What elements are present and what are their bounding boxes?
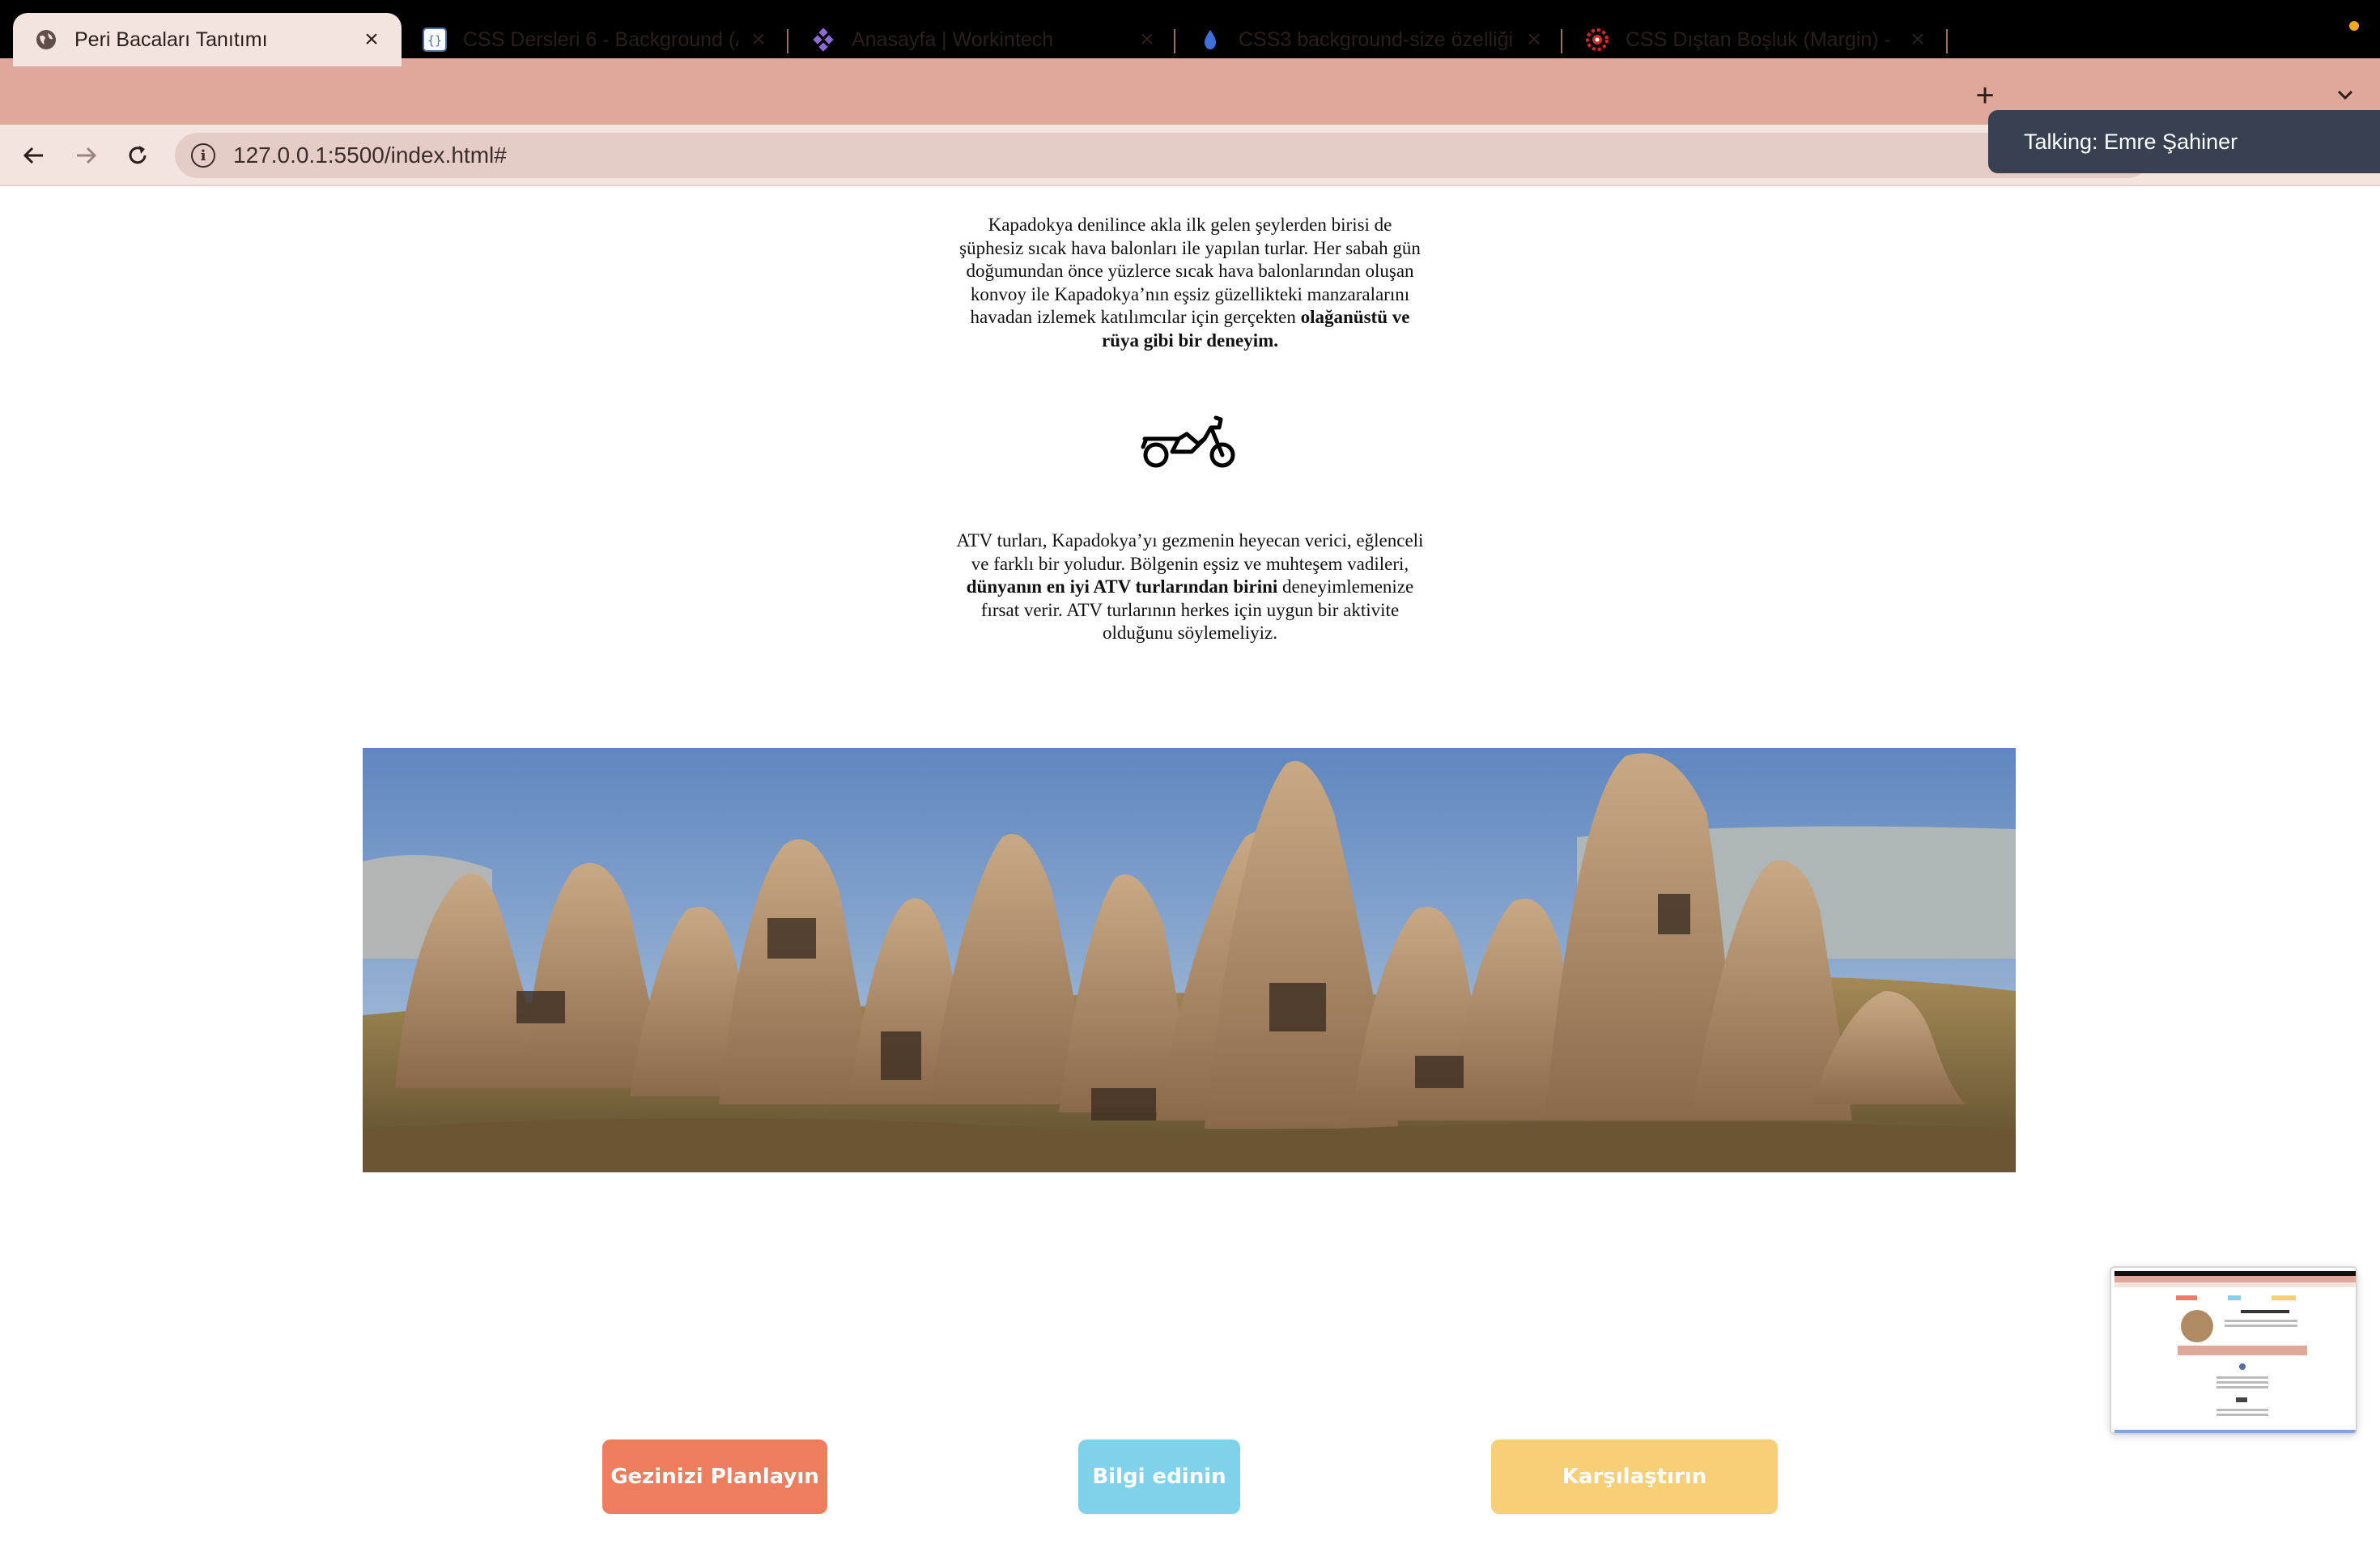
- plan-trip-button[interactable]: Gezinizi Planlayın: [602, 1440, 827, 1514]
- diamond-grid-icon: [811, 28, 835, 52]
- tab-separator: [1561, 29, 1562, 53]
- recording-indicator-icon: [2349, 21, 2359, 31]
- tab-separator: [1946, 29, 1948, 53]
- tab-title: Anasayfa | Workintech: [852, 28, 1054, 51]
- site-info-icon[interactable]: i: [191, 143, 215, 168]
- tab-css-margin[interactable]: CSS Dıştan Boşluk (Margin) - C ×: [1564, 13, 1948, 66]
- close-tab-icon[interactable]: ×: [359, 26, 384, 53]
- get-info-button[interactable]: Bilgi edinin: [1078, 1440, 1240, 1514]
- talking-indicator: Talking: Emre Şahiner: [1988, 110, 2380, 173]
- tab-title: CSS3 background-size özelliği: [1239, 28, 1514, 51]
- code-braces-icon: {}: [423, 28, 447, 52]
- forward-arrow-icon[interactable]: [70, 139, 102, 172]
- tab-peri-bacalari[interactable]: Peri Bacaları Tanıtımı ×: [13, 13, 402, 66]
- atv-paragraph: ATV turları, Kapadokya’yı gezmenin heyec…: [946, 529, 1434, 645]
- atv-paragraph-text: ATV turları, Kapadokya’yı gezmenin heyec…: [956, 530, 1424, 574]
- compare-button[interactable]: Karşılaştırın: [1491, 1440, 1778, 1514]
- close-tab-icon[interactable]: ×: [746, 26, 771, 53]
- screen-share-preview[interactable]: [2110, 1266, 2357, 1435]
- tab-title: CSS Dersleri 6 - Background (A: [463, 28, 738, 51]
- globe-icon: [34, 28, 58, 52]
- tab-search-chevron-down-icon[interactable]: [2331, 81, 2359, 108]
- address-bar[interactable]: i 127.0.0.1:5500/index.html#: [175, 133, 2150, 178]
- tab-css3-background-size[interactable]: CSS3 background-size özelliği ×: [1177, 13, 1564, 66]
- balloon-paragraph: Kapadokya denilince akla ilk gelen şeyle…: [955, 214, 1425, 352]
- fairy-chimneys-image: [363, 748, 2016, 1172]
- talking-label: Talking: Emre Şahiner: [2024, 129, 2238, 154]
- url-text: 127.0.0.1:5500/index.html#: [233, 142, 507, 168]
- atv-paragraph-bold: dünyanın en iyi ATV turlarından birini: [966, 576, 1278, 597]
- gear-red-icon: [1585, 28, 1609, 52]
- tab-title: Peri Bacaları Tanıtımı: [74, 28, 268, 51]
- close-tab-icon[interactable]: ×: [1906, 26, 1930, 53]
- back-arrow-icon[interactable]: [18, 139, 50, 172]
- svg-text:{}: {}: [427, 33, 442, 48]
- motorcycle-icon: [1140, 410, 1240, 471]
- close-tab-icon[interactable]: ×: [1522, 26, 1546, 53]
- new-tab-button[interactable]: +: [1969, 79, 2001, 112]
- tab-separator: [787, 29, 788, 53]
- tab-css-dersleri[interactable]: {} CSS Dersleri 6 - Background (A ×: [402, 13, 788, 66]
- drop-icon: [1198, 28, 1222, 52]
- tab-title: CSS Dıştan Boşluk (Margin) - C: [1626, 28, 1898, 51]
- reload-icon[interactable]: [121, 139, 154, 172]
- tab-separator: [1174, 29, 1175, 53]
- tab-workintech[interactable]: Anasayfa | Workintech ×: [790, 13, 1177, 66]
- close-tab-icon[interactable]: ×: [1135, 26, 1159, 53]
